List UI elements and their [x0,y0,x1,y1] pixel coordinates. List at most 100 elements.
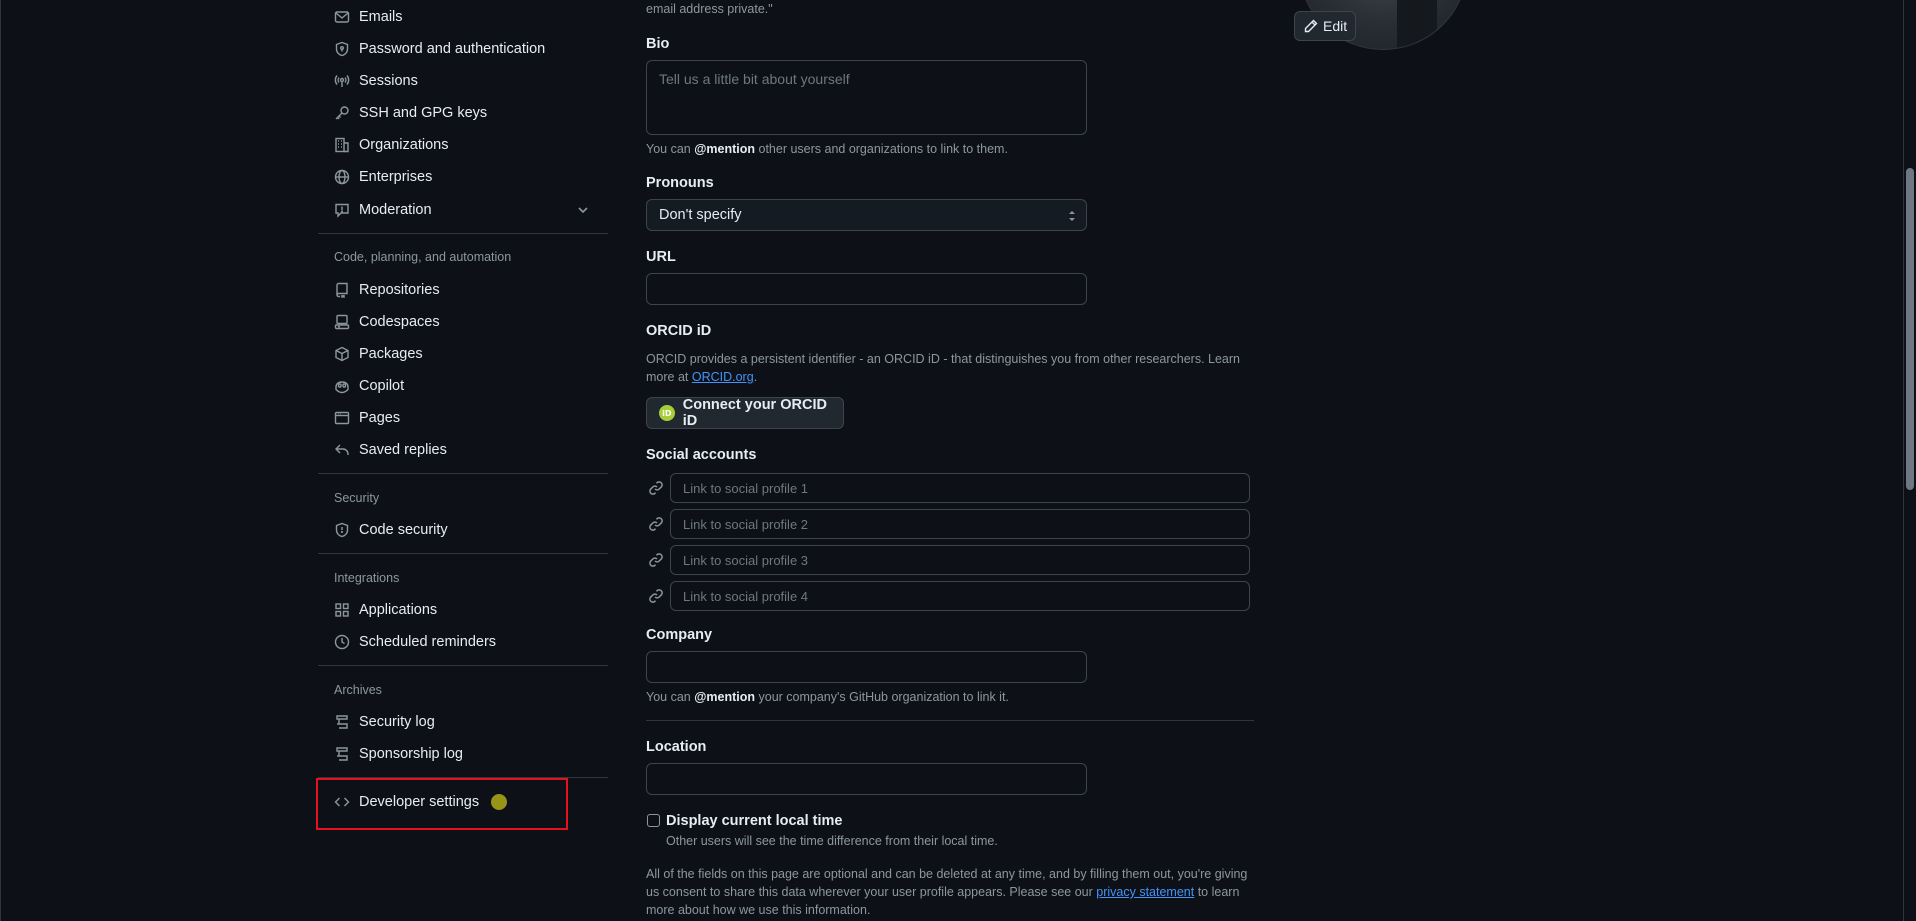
report-icon [334,202,350,218]
shield-icon [334,522,350,538]
key-icon [334,105,350,121]
sidebar-item-label: Moderation [359,202,432,218]
sidebar-item-sessions[interactable]: Sessions [318,66,608,96]
mail-icon [334,9,350,25]
url-input[interactable] [646,273,1087,305]
company-note: You can @mention your company's GitHub o… [646,688,1009,706]
sidebar-item-repositories[interactable]: Repositories [318,275,608,305]
sidebar-item-label: Scheduled reminders [359,634,497,650]
sidebar-item-sponsorship-log[interactable]: Sponsorship log [318,739,608,769]
sidebar-item-emails[interactable]: Emails [318,2,608,32]
sidebar-item-label: Organizations [359,137,449,153]
sidebar-divider [318,665,608,666]
sidebar-item-label: Packages [359,346,423,362]
sidebar-item-label: Repositories [359,282,440,298]
select-arrows-icon [1069,211,1075,221]
log-icon [334,714,350,730]
pronouns-label: Pronouns [646,175,714,191]
sidebar-item-enterprises[interactable]: Enterprises [318,162,608,192]
sidebar-item-label: Security log [359,714,435,730]
broadcast-icon [334,73,350,89]
sidebar-section-header: Security [334,491,380,505]
orcid-note: ORCID provides a persistent identifier -… [646,350,1256,386]
sidebar-item-label: Enterprises [359,169,433,185]
bio-note-mention: @mention [694,142,756,156]
sidebar-divider [318,553,608,554]
copilot-icon [334,378,350,394]
orcid-link[interactable]: ORCID.org [692,370,754,384]
globe-icon [334,169,350,185]
pencil-icon [1304,19,1318,33]
edit-avatar-button[interactable]: Edit [1294,11,1356,41]
repo-icon [334,282,350,298]
apps-icon [334,602,350,618]
sidebar-section-header: Integrations [334,571,400,585]
sidebar-item-password[interactable]: Password and authentication [318,34,608,64]
location-label: Location [646,739,707,755]
avatar-figure [1397,0,1437,49]
bio-label: Bio [646,36,670,52]
shield-lock-icon [334,41,350,57]
sidebar-item-label: Codespaces [359,314,440,330]
sidebar-section-header: Archives [334,683,382,697]
sidebar-item-code-security[interactable]: Code security [318,515,608,545]
orcid-label: ORCID iD [646,323,712,339]
social-profile-row [646,473,1250,503]
connect-orcid-button[interactable]: iD Connect your ORCID iD [646,397,844,429]
sidebar-divider [318,473,608,474]
sidebar-divider [318,233,608,234]
sidebar-item-saved-replies[interactable]: Saved replies [318,435,608,465]
scrollbar-thumb[interactable] [1906,168,1914,490]
url-label: URL [646,249,676,265]
sidebar-item-label: Code security [359,522,448,538]
sidebar-item-label: Emails [359,9,403,25]
company-note-prefix: You can [646,690,695,704]
sidebar-item-applications[interactable]: Applications [318,595,608,625]
clock-icon [334,634,350,650]
scrollbar[interactable] [1904,0,1916,921]
sidebar-item-moderation[interactable]: Moderation [318,195,608,225]
link-icon [648,588,664,604]
social-profile-input-4[interactable] [670,581,1250,611]
company-note-suffix: your company's GitHub organization to li… [755,690,1009,704]
location-input[interactable] [646,763,1087,795]
chevron-down-icon[interactable] [576,203,590,217]
sidebar-item-label: Sponsorship log [359,746,463,762]
sidebar-item-copilot[interactable]: Copilot [318,371,608,401]
sidebar-item-scheduled-reminders[interactable]: Scheduled reminders [318,627,608,657]
social-accounts-label: Social accounts [646,447,757,463]
company-note-mention: @mention [694,690,756,704]
sidebar-item-ssh-gpg[interactable]: SSH and GPG keys [318,98,608,128]
company-label: Company [646,627,713,643]
privacy-statement-link[interactable]: privacy statement [1096,885,1194,899]
social-profile-input-1[interactable] [670,473,1250,503]
bio-textarea[interactable] [646,60,1087,135]
sidebar-item-label: SSH and GPG keys [359,105,488,121]
local-time-checkbox[interactable] [647,814,660,827]
codespaces-icon [334,314,350,330]
sidebar-item-label: Saved replies [359,442,447,458]
sidebar-item-pages[interactable]: Pages [318,403,608,433]
pronouns-select[interactable]: Don't specify [646,199,1087,231]
email-private-note: email address private." [646,2,773,16]
edit-avatar-label: Edit [1323,18,1348,34]
sidebar-item-organizations[interactable]: Organizations [318,130,608,160]
social-profile-input-3[interactable] [670,545,1250,575]
orcid-note-end: . [753,370,758,384]
bio-note-suffix: other users and organizations to link to… [755,142,1008,156]
social-profile-row [646,581,1250,611]
sidebar-item-codespaces[interactable]: Codespaces [318,307,608,337]
social-profile-input-2[interactable] [670,509,1250,539]
connect-orcid-label: Connect your ORCID iD [682,397,827,429]
sidebar-item-packages[interactable]: Packages [318,339,608,369]
privacy-footer-note: All of the fields on this page are optio… [646,865,1256,919]
social-profile-row [646,545,1250,575]
local-time-note: Other users will see the time difference… [666,834,998,848]
local-time-label[interactable]: Display current local time [666,813,842,829]
link-icon [648,516,664,532]
section-divider [646,720,1254,721]
sidebar-item-security-log[interactable]: Security log [318,707,608,737]
settings-page: Emails Password and authentication Sessi… [0,0,1916,921]
sidebar-section-header: Code, planning, and automation [334,250,512,264]
company-input[interactable] [646,651,1087,683]
